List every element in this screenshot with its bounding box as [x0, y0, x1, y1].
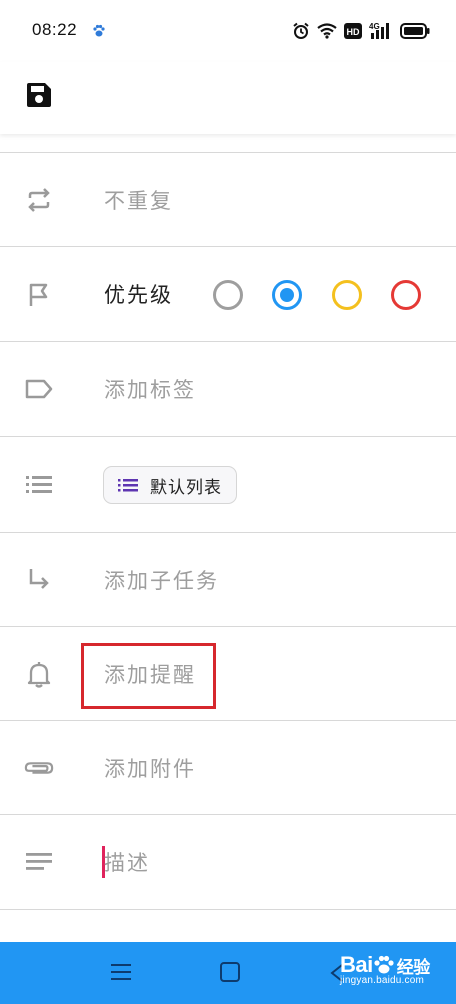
watermark-url: jingyan.baidu.com	[340, 975, 425, 986]
row-subtask[interactable]: 添加子任务	[0, 532, 456, 626]
row-description[interactable]: 描述	[0, 814, 456, 909]
baidu-paw-icon	[374, 955, 394, 974]
attachment-label: 添加附件	[104, 757, 196, 781]
repeat-label: 不重复	[104, 189, 173, 213]
list-chip[interactable]: 默认列表	[103, 466, 237, 504]
row-priority: 优先级	[0, 246, 456, 341]
nav-bar: Bai 经验 jingyan.baidu.com	[0, 942, 456, 1004]
description-input[interactable]: 描述	[104, 849, 150, 877]
priority-label: 优先级	[104, 283, 173, 307]
wifi-icon	[317, 23, 337, 39]
tag-label: 添加标签	[104, 378, 196, 402]
hd-icon: HD	[344, 23, 362, 39]
bell-icon	[24, 659, 54, 689]
signal-4g-icon: 4G	[369, 22, 389, 39]
notes-icon	[24, 847, 54, 877]
save-button[interactable]	[24, 80, 54, 110]
status-time: 08:22	[32, 20, 78, 39]
paperclip-icon	[24, 753, 54, 783]
row-list: 默认列表	[0, 436, 456, 532]
network-label: 4G	[369, 22, 380, 31]
priority-selected-dot	[280, 288, 294, 302]
chip-list-icon	[118, 479, 138, 492]
row-tag[interactable]: 添加标签	[0, 341, 456, 436]
tag-icon	[24, 374, 54, 404]
toolbar	[0, 62, 456, 134]
priority-option-none[interactable]	[213, 280, 243, 310]
row-attachment[interactable]: 添加附件	[0, 720, 456, 814]
status-bar: 08:22 HD 4G	[0, 0, 456, 62]
watermark-suffix: 经验	[396, 957, 431, 978]
menu-icon[interactable]	[110, 960, 132, 984]
subtask-arrow-icon	[24, 565, 54, 595]
list-chip-label: 默认列表	[150, 477, 222, 498]
subtask-label: 添加子任务	[104, 569, 219, 593]
priority-option-high[interactable]	[391, 280, 421, 310]
home-square-icon[interactable]	[220, 962, 240, 982]
priority-option-low[interactable]	[272, 280, 302, 310]
battery-icon	[400, 23, 430, 39]
row-reminder[interactable]: 添加提醒	[0, 626, 456, 720]
annotation-highlight-box	[81, 643, 216, 709]
alarm-icon	[293, 22, 309, 39]
baidu-paw-icon	[93, 24, 105, 37]
save-icon	[27, 83, 51, 107]
list-icon	[24, 469, 54, 499]
flag-icon	[24, 280, 54, 310]
repeat-icon	[24, 185, 54, 215]
priority-option-medium[interactable]	[332, 280, 362, 310]
row-repeat[interactable]: 不重复	[0, 152, 456, 246]
hd-label: HD	[347, 27, 360, 37]
baidu-jingyan-watermark: Bai 经验 jingyan.baidu.com	[340, 952, 430, 986]
